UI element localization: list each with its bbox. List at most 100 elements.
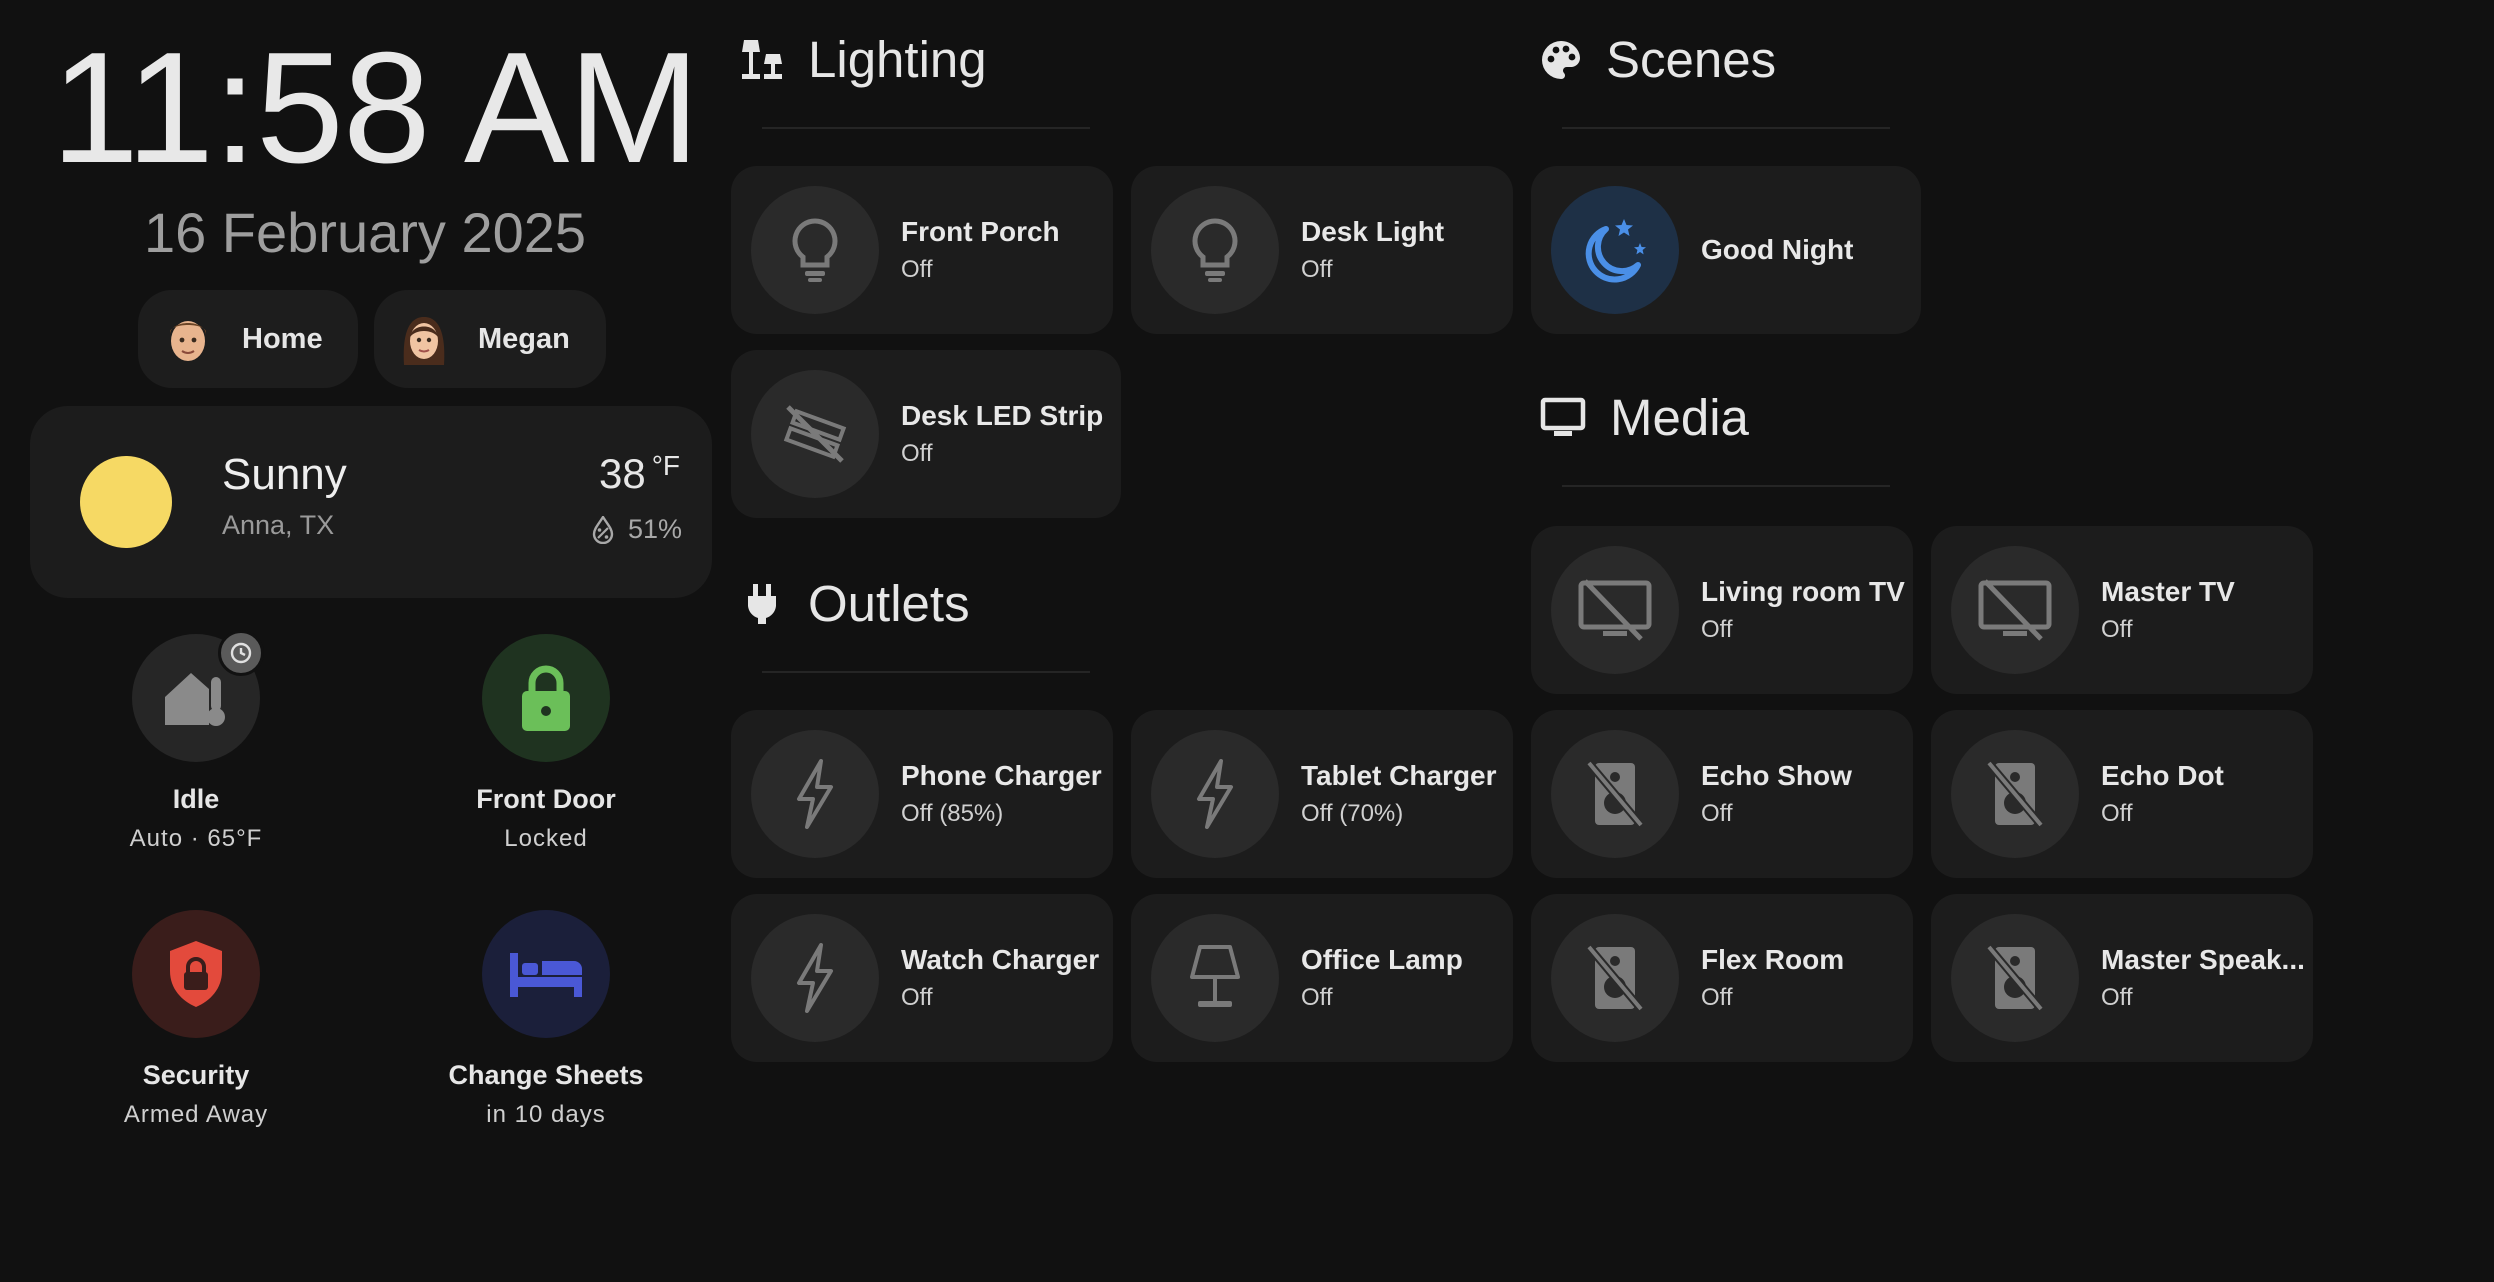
section-label: Outlets [808,575,970,632]
card-name: Echo Show [1701,760,1852,791]
card-state: Off [901,440,933,467]
sheets-icon-circle [482,910,610,1038]
lightbulb-icon [751,186,879,314]
card-state: Off [2101,800,2133,827]
lighting-section-title: Lighting [740,30,987,89]
clock-date: 16 February 2025 [143,201,587,264]
weather-humidity: 51% [592,514,682,545]
tv-off-icon [1951,546,2079,674]
card-state: Off [901,256,933,283]
media-card-flex-room[interactable]: Flex Room Off [1531,894,1913,1062]
card-name: Master Speak... [2101,944,2305,975]
card-name: Front Porch [901,216,1060,247]
home-thermometer-icon [165,673,225,726]
tile-state: in 10 days [486,1101,606,1128]
section-divider [1562,485,1890,487]
tile-name: Security [142,1060,250,1090]
card-name: Living room TV [1701,576,1905,607]
led-strip-off-icon [751,370,879,498]
speaker-off-icon [1951,730,2079,858]
weather-night-icon [1551,186,1679,314]
tile-state: Armed Away [123,1101,269,1128]
card-name: Flex Room [1701,944,1845,975]
avatar [170,321,206,361]
card-name: Tablet Charger [1301,760,1497,791]
light-card-desk-light[interactable]: Desk Light Off [1131,166,1513,334]
change-sheets-tile[interactable]: Change Sheets in 10 days [396,910,696,1129]
media-card-master-tv[interactable]: Master TV Off [1931,526,2313,694]
person-chip-megan[interactable]: Megan [374,290,606,388]
card-state: Off [1701,616,1733,643]
speaker-off-icon [1551,730,1679,858]
media-card-master-speaker[interactable]: Master Speak... Off [1931,894,2313,1062]
temperature-unit: °F [651,450,680,481]
outlet-card-watch-charger[interactable]: Watch Charger Off [731,894,1113,1062]
light-card-desk-led-strip[interactable]: Desk LED Strip Off [731,350,1121,518]
tile-state: Auto · 65°F [129,825,263,852]
weather-location: Anna, TX [222,510,335,540]
security-icon-circle [132,910,260,1038]
person-name: Megan [478,322,570,355]
clock-badge-icon [218,630,264,676]
scenes-section-title: Scenes [1540,30,1776,89]
card-name: Watch Charger [901,944,1100,975]
card-name: Master TV [2101,576,2235,607]
tile-name: Front Door [476,784,616,814]
card-name: Office Lamp [1301,944,1463,975]
lightning-bolt-icon [1151,730,1279,858]
speaker-off-icon [1551,914,1679,1042]
media-card-echo-dot[interactable]: Echo Dot Off [1931,710,2313,878]
card-state: Off [901,984,933,1011]
card-state: Off [1701,984,1733,1011]
card-state: Off [2101,616,2133,643]
lock-icon-circle [482,634,610,762]
scene-card-good-night[interactable]: Good Night [1531,166,1921,334]
power-plug-icon [748,583,776,624]
humidity-value: 51% [627,514,682,544]
outlet-card-phone-charger[interactable]: Phone Charger Off (85%) [731,710,1113,878]
palette-icon [1542,40,1581,79]
climate-icon-circle [132,630,264,762]
media-card-echo-show[interactable]: Echo Show Off [1531,710,1913,878]
media-section-title: Media [1540,388,1749,447]
card-state: Off [1301,984,1333,1011]
person-chip-home[interactable]: Home [138,290,358,388]
section-divider [1562,127,1890,129]
weather-temperature: 38 °F [599,450,680,498]
shield-lock-icon [170,941,222,1007]
tile-name: Change Sheets [448,1060,644,1090]
lightning-bolt-icon [751,730,879,858]
card-state: Off [1301,256,1333,283]
card-name: Phone Charger [901,760,1102,791]
climate-tile[interactable]: Idle Auto · 65°F [46,630,346,853]
section-divider [762,127,1090,129]
person-name: Home [242,322,323,355]
media-card-living-room-tv[interactable]: Living room TV Off [1531,526,1913,694]
tile-state: Locked [504,825,588,852]
card-state: Off [1701,800,1733,827]
lock-icon [522,665,570,731]
card-state: Off (70%) [1301,800,1404,827]
security-tile[interactable]: Security Armed Away [46,910,346,1129]
card-state: Off [2101,984,2133,1011]
front-door-tile[interactable]: Front Door Locked [396,634,696,853]
sunny-icon [80,456,172,548]
tile-name: Idle [172,784,220,814]
weather-card[interactable]: Sunny Anna, TX 38 °F 51% [30,406,712,598]
temperature-value: 38 [598,450,646,497]
section-divider [762,671,1090,673]
outlets-section-title: Outlets [740,574,970,633]
outlet-card-office-lamp[interactable]: Office Lamp Off [1131,894,1513,1062]
outlet-card-tablet-charger[interactable]: Tablet Charger Off (70%) [1131,710,1513,878]
monitor-icon [1540,397,1586,436]
card-name: Good Night [1701,234,1854,265]
light-card-front-porch[interactable]: Front Porch Off [731,166,1113,334]
humidity-icon [592,515,614,544]
card-state: Off (85%) [901,800,1004,827]
weather-condition: Sunny [222,450,347,499]
section-label: Media [1610,389,1749,446]
tv-off-icon [1551,546,1679,674]
section-label: Lighting [808,31,987,88]
lightbulb-icon [1151,186,1279,314]
desk-lamp-icon [1151,914,1279,1042]
